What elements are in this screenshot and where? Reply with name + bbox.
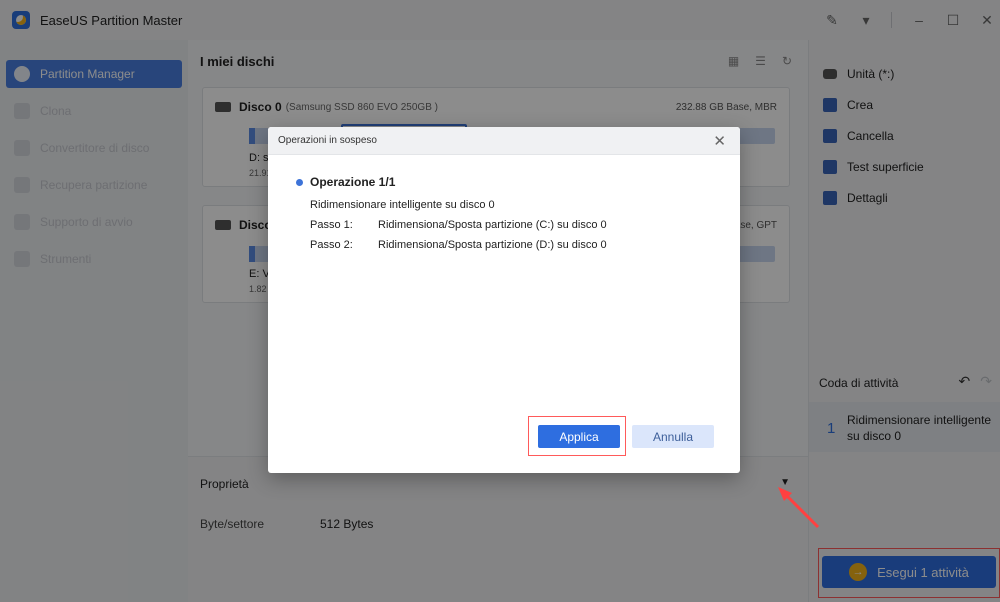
step-text: Ridimensiona/Sposta partizione (C:) su d… — [378, 219, 607, 231]
step-label: Passo 2: — [310, 239, 353, 251]
pending-operations-dialog: Operazioni in sospeso ✕ Operazione 1/1 R… — [268, 127, 740, 473]
dialog-title: Operazioni in sospeso — [278, 135, 377, 146]
step-text: Ridimensiona/Sposta partizione (D:) su d… — [378, 239, 607, 251]
apply-button[interactable]: Applica — [538, 425, 620, 448]
step-label: Passo 1: — [310, 219, 353, 231]
bullet-icon — [296, 179, 303, 186]
annotation-arrow-icon — [778, 487, 820, 529]
operation-description: Ridimensionare intelligente su disco 0 — [310, 199, 495, 211]
operation-title: Operazione 1/1 — [310, 175, 396, 189]
dialog-header: Operazioni in sospeso ✕ — [268, 127, 740, 155]
cancel-button[interactable]: Annulla — [632, 425, 714, 448]
close-icon[interactable]: ✕ — [713, 132, 726, 150]
apply-highlight: Applica — [528, 416, 626, 456]
